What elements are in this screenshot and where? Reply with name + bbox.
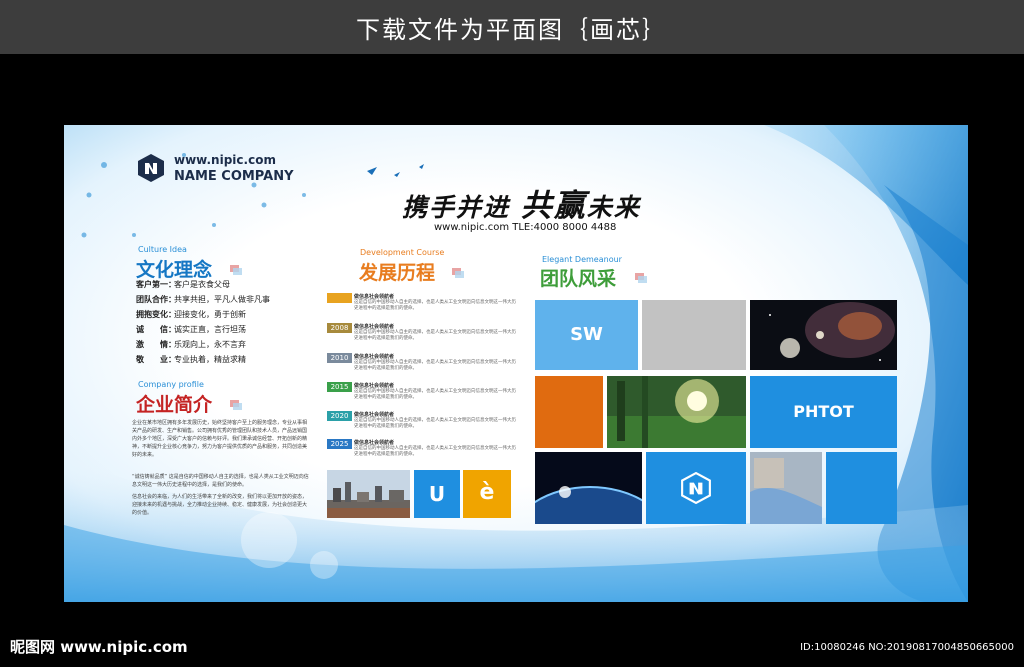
profile-title: 企业简介 (136, 394, 213, 416)
nipic-logo-icon (138, 154, 164, 182)
timeline-item-title: 做信息社会领航者 (354, 354, 395, 360)
tile-e-label: è (479, 480, 495, 505)
timeline-item-title: 做信息社会领航者 (354, 412, 395, 418)
culture-item: 诚 信： 诚实正直，言行坦荡 (136, 325, 246, 334)
slogan-part3: 未来 (586, 193, 641, 222)
timeline-item-text: 这是自信的中国移动人自主的选择，也是人类从工业文明迈向信息文明这一伟大历史进程中… (354, 360, 516, 371)
tile-photo: PHTOT (750, 376, 897, 448)
culture-item: 拥抱变化： 迎接变化，勇于创新 (136, 310, 246, 319)
timeline-item: 2010 做信息社会领航者 这是自信的中国移动人自主的选择，也是人类从工业文明迈… (327, 353, 517, 379)
timeline-item: 2008 做信息社会领航者 这是自信的中国移动人自主的选择，也是人类从工业文明迈… (327, 323, 517, 349)
culture-item: 激 情： 乐观向上，永不言弃 (136, 340, 246, 349)
people-photo (750, 452, 822, 524)
tile-orange (535, 376, 603, 448)
banner-title: 下载文件为平面图｛画芯｝ (356, 16, 668, 44)
culture-item: 客户第一： 客户是衣食父母 (136, 280, 230, 289)
culture-en-label: Culture Idea (138, 245, 187, 254)
profile-paragraph: 信息社会的来临，为人们的生活带来了全新的改变，我们将以更加开放的姿态，迎接未来的… (132, 494, 308, 516)
earth-photo (535, 452, 642, 524)
timeline-year (327, 293, 352, 303)
forest-photo (607, 376, 746, 448)
timeline-item-title: 做信息社会领航者 (354, 440, 395, 446)
tile-grey (642, 300, 746, 370)
slogan: 携手并进 共赢未来 (402, 180, 641, 225)
culture-title: 文化理念 (136, 259, 213, 281)
team-title-decoration (635, 273, 647, 283)
culture-title-decoration (230, 265, 242, 275)
top-banner: 下载文件为平面图｛画芯｝ (0, 0, 1024, 54)
culture-item: 敬 业： 专业执着，精益求精 (136, 355, 246, 364)
nipic-logo-icon (681, 472, 711, 504)
profile-en-label: Company profile (138, 380, 204, 389)
development-title-decoration (452, 268, 464, 278)
profile-paragraph: 企业在某市地区拥有多年发展历史，始终坚持客户至上的服务理念，专业从事相关产品的研… (132, 420, 308, 458)
timeline-item: 做信息社会领航者 这是自信的中国移动人自主的选择，也是人类从工业文明迈向信息文明… (327, 293, 517, 319)
timeline-item-title: 做信息社会领航者 (354, 383, 395, 389)
timeline-item-text: 这是自信的中国移动人自主的选择，也是人类从工业文明迈向信息文明这一伟大历史进程中… (354, 300, 516, 311)
contact-line: www.nipic.com TLE:4000 8000 4488 (434, 222, 617, 233)
timeline-year: 2010 (327, 353, 352, 363)
timeline-item-title: 做信息社会领航者 (354, 324, 395, 330)
timeline-item: 2025 做信息社会领航者 这是自信的中国移动人自主的选择，也是人类从工业文明迈… (327, 439, 517, 465)
development-en-label: Development Course (360, 248, 445, 257)
timeline-item-text: 这是自信的中国移动人自主的选择，也是人类从工业文明迈向信息文明这一伟大历史进程中… (354, 446, 516, 457)
tile-photo-label: PHTOT (793, 402, 854, 421)
footer-id: ID:10080246 NO:20190817004850665000 (800, 642, 1014, 653)
profile-title-decoration (230, 400, 242, 410)
profile-paragraph: “诚信铸就品质” 这是自信的中国移动人自主的选择，也是人类从工业文明迈向信息文明… (132, 474, 309, 488)
logo-url: www.nipic.com (174, 153, 276, 167)
timeline-item-text: 这是自信的中国移动人自主的选择，也是人类从工业文明迈向信息文明这一伟大历史进程中… (354, 330, 516, 341)
slogan-part2: 共赢 (520, 188, 587, 224)
timeline-item: 2020 做信息社会领航者 这是自信的中国移动人自主的选择，也是人类从工业文明迈… (327, 411, 517, 437)
timeline-year: 2008 (327, 323, 352, 333)
tile-u: U (414, 470, 460, 518)
tile-logo (646, 452, 746, 524)
culture-list: 客户第一： 客户是衣食父母 团队合作： 共享共担，平凡人做非凡事 拥抱变化： 迎接变化… (136, 279, 296, 369)
space-photo (750, 300, 897, 370)
timeline-year: 2020 (327, 411, 352, 421)
timeline-item: 2015 做信息社会领航者 这是自信的中国移动人自主的选择，也是人类从工业文明迈… (327, 382, 517, 408)
footer-site: 昵图网 www.nipic.com (10, 638, 188, 656)
timeline-item-title: 做信息社会领航者 (354, 294, 395, 300)
timeline-year: 2025 (327, 439, 352, 449)
timeline-year: 2015 (327, 382, 352, 392)
tile-e: è (463, 470, 511, 518)
city-photo (327, 470, 410, 518)
team-title: 团队风采 (540, 268, 617, 290)
team-en-label: Elegant Demeanour (542, 255, 622, 264)
tile-blue (826, 452, 897, 524)
culture-item: 团队合作： 共享共担，平凡人做非凡事 (136, 295, 270, 304)
display-board: www.nipic.com NAME COMPANY Culture Idea … (64, 125, 968, 602)
development-title: 发展历程 (359, 262, 436, 284)
logo-company-name: NAME COMPANY (174, 169, 294, 184)
slogan-part1: 携手并进 (402, 193, 511, 222)
timeline-item-text: 这是自信的中国移动人自主的选择，也是人类从工业文明迈向信息文明这一伟大历史进程中… (354, 418, 516, 429)
tile-sw-label: SW (570, 324, 603, 345)
tile-sw: SW (535, 300, 638, 370)
timeline-item-text: 这是自信的中国移动人自主的选择，也是人类从工业文明迈向信息文明这一伟大历史进程中… (354, 389, 516, 400)
tile-u-label: U (428, 482, 446, 506)
